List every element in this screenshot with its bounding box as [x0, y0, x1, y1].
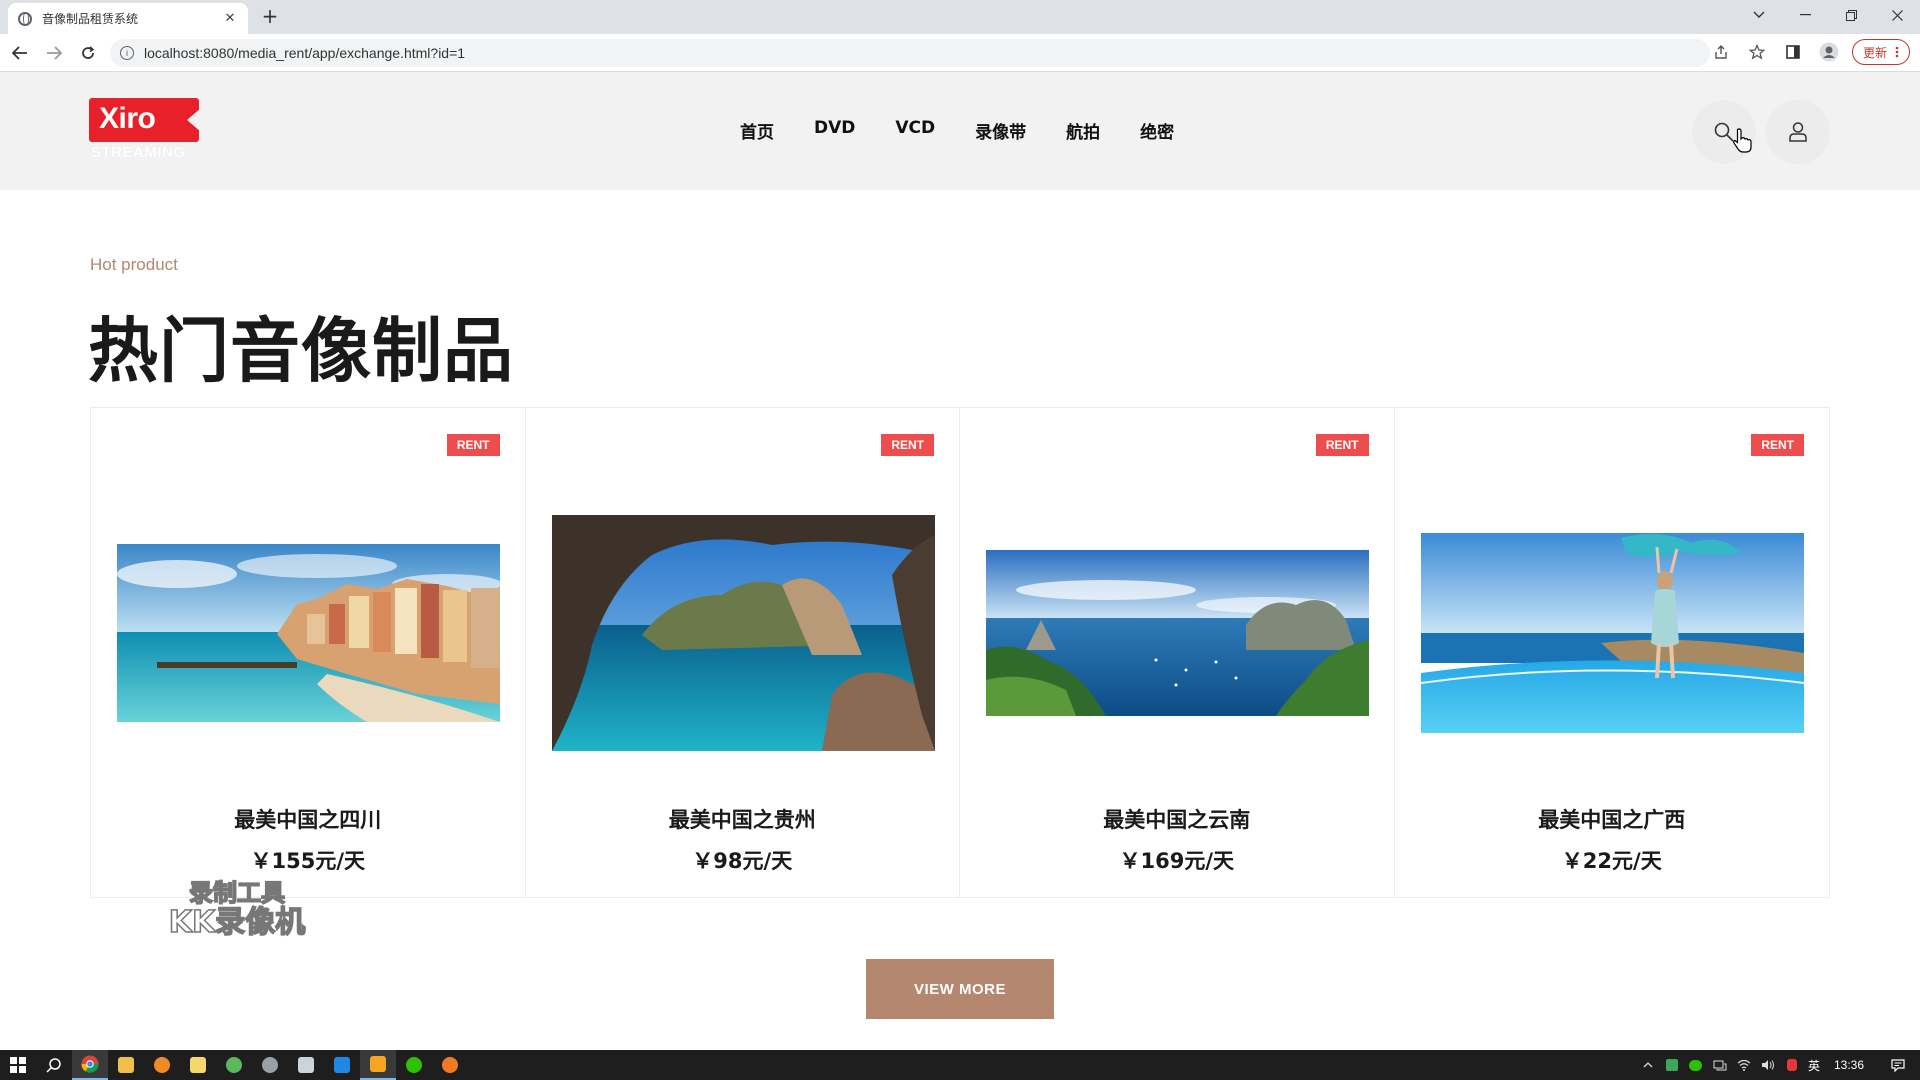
nav-home[interactable]: 首页 — [740, 118, 774, 143]
chrome-app-icon[interactable] — [72, 1050, 108, 1080]
nav-vcd[interactable]: VCD — [895, 118, 935, 143]
side-panel-icon[interactable] — [1780, 38, 1806, 66]
nav-videotape[interactable]: 录像带 — [975, 118, 1026, 143]
product-price: ￥169元/天 — [1119, 849, 1234, 873]
settings-icon[interactable] — [252, 1050, 288, 1080]
search-icon[interactable] — [36, 1050, 72, 1080]
product-card[interactable]: RENT 最美中国之贵州 ￥98元/天 — [526, 408, 960, 897]
view-more-button[interactable]: VIEW MORE — [866, 959, 1054, 1019]
site-header: Xiro STREAMING 首页 DVD VCD 录像带 航拍 绝密 — [0, 72, 1920, 190]
back-icon[interactable] — [6, 39, 34, 67]
file-explorer-icon[interactable] — [108, 1050, 144, 1080]
account-button[interactable] — [1766, 100, 1830, 164]
close-tab-icon[interactable]: ✕ — [222, 11, 238, 26]
notepad-icon[interactable] — [180, 1050, 216, 1080]
browser-tab[interactable]: 音像制品租赁系统 ✕ — [8, 3, 248, 34]
security-app-icon[interactable] — [1664, 1057, 1680, 1073]
notification-icon[interactable] — [1890, 1057, 1906, 1073]
rent-badge: RENT — [881, 434, 934, 456]
recorder-watermark: 录制工具 KK录像机 — [162, 879, 312, 941]
address-bar[interactable]: i localhost:8080/media_rent/app/exchange… — [110, 39, 1710, 67]
main-nav: 首页 DVD VCD 录像带 航拍 绝密 — [740, 118, 1214, 143]
wifi-icon[interactable] — [1736, 1057, 1752, 1073]
section-title: 热门音像制品 — [88, 310, 514, 392]
nav-aerial[interactable]: 航拍 — [1066, 118, 1100, 143]
more-menu-icon — [1895, 46, 1899, 58]
document-app-icon[interactable] — [288, 1050, 324, 1080]
share-icon[interactable] — [1708, 38, 1734, 66]
new-tab-button[interactable]: + — [258, 4, 282, 28]
tab-title: 音像制品租赁系统 — [42, 12, 139, 26]
tab-search-icon[interactable] — [1736, 0, 1782, 30]
product-name[interactable]: 最美中国之四川 — [91, 804, 525, 834]
windows-start-icon[interactable] — [0, 1050, 36, 1080]
system-tray: 英 13:36 — [1640, 1050, 1920, 1080]
product-name[interactable]: 最美中国之广西 — [1395, 804, 1830, 834]
recorder-app-icon[interactable] — [432, 1050, 468, 1080]
url-text: localhost:8080/media_rent/app/exchange.h… — [144, 45, 466, 61]
user-icon — [1789, 122, 1807, 142]
globe-icon — [18, 11, 32, 26]
volume-icon[interactable] — [1760, 1057, 1776, 1073]
forward-icon[interactable] — [40, 39, 68, 67]
browser-toolbar: i localhost:8080/media_rent/app/exchange… — [0, 34, 1920, 72]
logo-text: Xiro — [99, 102, 156, 135]
product-image[interactable] — [551, 515, 935, 751]
mouse-cursor-icon — [1733, 128, 1752, 153]
window-controls — [1736, 0, 1920, 30]
search-icon — [1714, 122, 1734, 142]
product-card[interactable]: RENT 最美中国之四川 ￥155元/天 — [91, 408, 526, 897]
update-label: 更新 — [1862, 45, 1887, 60]
network-icon[interactable] — [1712, 1057, 1728, 1073]
site-info-icon[interactable]: i — [120, 46, 134, 60]
logo-notch — [187, 108, 201, 132]
toolbar-actions: 更新 — [1708, 38, 1910, 66]
close-window-icon[interactable] — [1874, 0, 1920, 30]
os-taskbar: 英 13:36 — [0, 1050, 1920, 1080]
green-app-icon[interactable] — [216, 1050, 252, 1080]
product-name[interactable]: 最美中国之贵州 — [526, 804, 960, 834]
product-image[interactable] — [117, 544, 500, 722]
profile-icon[interactable] — [1816, 38, 1842, 66]
input-method-tray-icon[interactable] — [1784, 1057, 1800, 1073]
minimize-icon[interactable] — [1782, 0, 1828, 30]
rent-badge: RENT — [1751, 434, 1804, 456]
restore-icon[interactable] — [1828, 0, 1874, 30]
rent-badge: RENT — [446, 434, 500, 456]
product-card[interactable]: RENT 最美中国之云南 ￥169元/天 — [960, 408, 1395, 897]
browser-tab-strip: 音像制品租赁系统 ✕ + — [0, 0, 1920, 34]
product-image[interactable] — [986, 550, 1369, 716]
chevron-up-icon[interactable] — [1640, 1057, 1656, 1073]
reload-icon[interactable] — [74, 39, 102, 67]
nav-secret[interactable]: 绝密 — [1140, 118, 1174, 143]
wechat-icon[interactable] — [396, 1050, 432, 1080]
product-name[interactable]: 最美中国之云南 — [960, 804, 1394, 834]
nav-dvd[interactable]: DVD — [814, 118, 855, 143]
site-logo[interactable]: Xiro STREAMING — [89, 98, 201, 164]
ime-indicator[interactable]: 英 — [1808, 1057, 1820, 1074]
logo-subtext: STREAMING — [91, 144, 186, 161]
rent-badge: RENT — [1315, 434, 1369, 456]
bookmark-star-icon[interactable] — [1744, 38, 1770, 66]
update-button[interactable]: 更新 — [1851, 39, 1910, 65]
blue-app-icon[interactable] — [324, 1050, 360, 1080]
ide-app-icon[interactable] — [360, 1050, 396, 1080]
wechat-tray-icon[interactable] — [1688, 1057, 1704, 1073]
watermark-line-1: 录制工具 — [188, 879, 286, 907]
clock[interactable]: 13:36 — [1834, 1058, 1864, 1072]
product-card[interactable]: RENT 最美中国之广西 ￥22元/天 — [1395, 408, 1830, 897]
watermark-line-2: KK录像机 — [168, 905, 306, 941]
product-image[interactable] — [1420, 533, 1804, 733]
product-price: ￥98元/天 — [692, 849, 793, 873]
product-price: ￥155元/天 — [250, 849, 365, 873]
product-price: ￥22元/天 — [1561, 849, 1662, 873]
section-subtitle: Hot product — [90, 255, 178, 274]
product-grid: RENT 最美中国之四川 ￥155元/天 RENT 最美中国之贵州 ￥98元/天… — [90, 407, 1830, 898]
search-tool-icon[interactable] — [144, 1050, 180, 1080]
